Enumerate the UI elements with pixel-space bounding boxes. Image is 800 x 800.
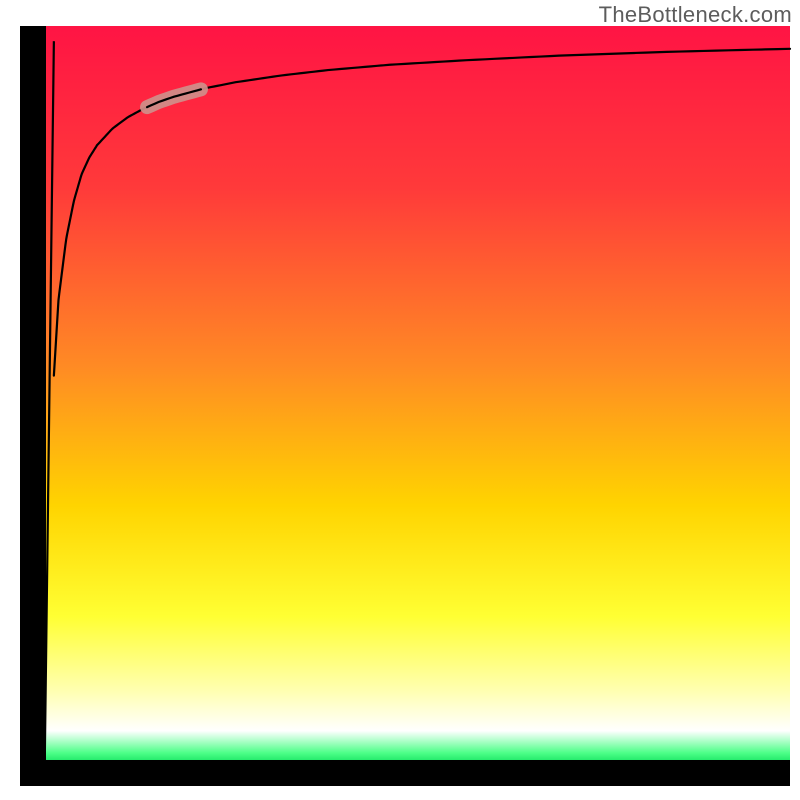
x-axis-bar (20, 760, 790, 786)
chart-stage: TheBottleneck.com (0, 0, 800, 800)
chart-svg (0, 0, 800, 800)
gradient-field (42, 26, 790, 764)
y-axis-bar (20, 26, 46, 786)
